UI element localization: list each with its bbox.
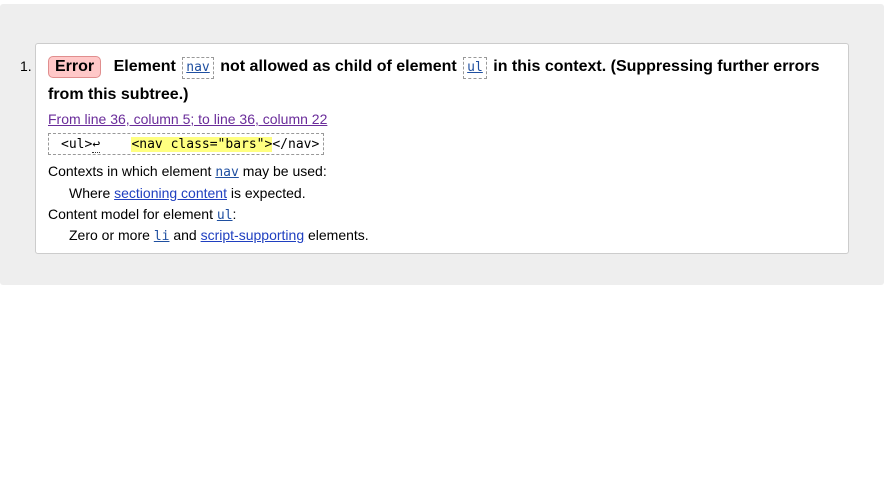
element-name-code: nav xyxy=(182,57,214,79)
content-model-label-start: Content model for element xyxy=(48,206,213,222)
sectioning-content-link[interactable]: sectioning content xyxy=(114,185,227,201)
parent-name-code: ul xyxy=(463,57,487,79)
content-model-item-start: Zero or more xyxy=(69,227,150,243)
headline-text-mid: not allowed as child of element xyxy=(220,58,457,75)
error-type-badge: Error xyxy=(48,56,102,78)
contexts-label: Contexts in which element nav may be use… xyxy=(48,163,327,180)
content-model-item-end: elements. xyxy=(308,227,369,243)
extract-highlight: <nav class="bars"> xyxy=(131,137,273,152)
content-model-label-end: : xyxy=(232,206,237,222)
content-model-item-mid: and xyxy=(173,227,197,243)
content-model-item: Zero or more li and script-supporting el… xyxy=(69,227,369,244)
contexts-label-end: may be used: xyxy=(242,163,327,179)
extract-after: </nav> xyxy=(272,137,320,152)
contexts-element-link[interactable]: nav xyxy=(215,165,238,180)
contexts-item-start: Where xyxy=(69,185,111,201)
li-element-link[interactable]: li xyxy=(154,229,170,244)
extract-before: <ul> xyxy=(61,137,93,152)
message-number: 1. xyxy=(20,58,32,74)
extract-gap xyxy=(100,137,131,152)
content-model-label: Content model for element ul: xyxy=(48,206,236,223)
newline-marker: ↩ xyxy=(92,137,101,153)
contexts-item: Where sectioning content is expected. xyxy=(69,185,306,201)
contexts-item-end: is expected. xyxy=(230,185,306,201)
contexts-label-start: Contexts in which element xyxy=(48,163,212,179)
error-headline: Error Element nav not allowed as child o… xyxy=(48,53,838,109)
headline-text-element: Element xyxy=(113,58,176,75)
element-name-link[interactable]: nav xyxy=(186,60,209,75)
script-supporting-link[interactable]: script-supporting xyxy=(201,227,305,243)
messages-panel: 1. Error Element nav not allowed as chil… xyxy=(0,4,884,285)
source-extract: <ul>↩ <nav class="bars"></nav> xyxy=(48,133,325,155)
parent-name-link[interactable]: ul xyxy=(467,60,483,75)
content-model-element-link[interactable]: ul xyxy=(217,208,233,223)
error-message-card: Error Element nav not allowed as child o… xyxy=(35,43,849,254)
source-location-link[interactable]: From line 36, column 5; to line 36, colu… xyxy=(48,111,327,127)
